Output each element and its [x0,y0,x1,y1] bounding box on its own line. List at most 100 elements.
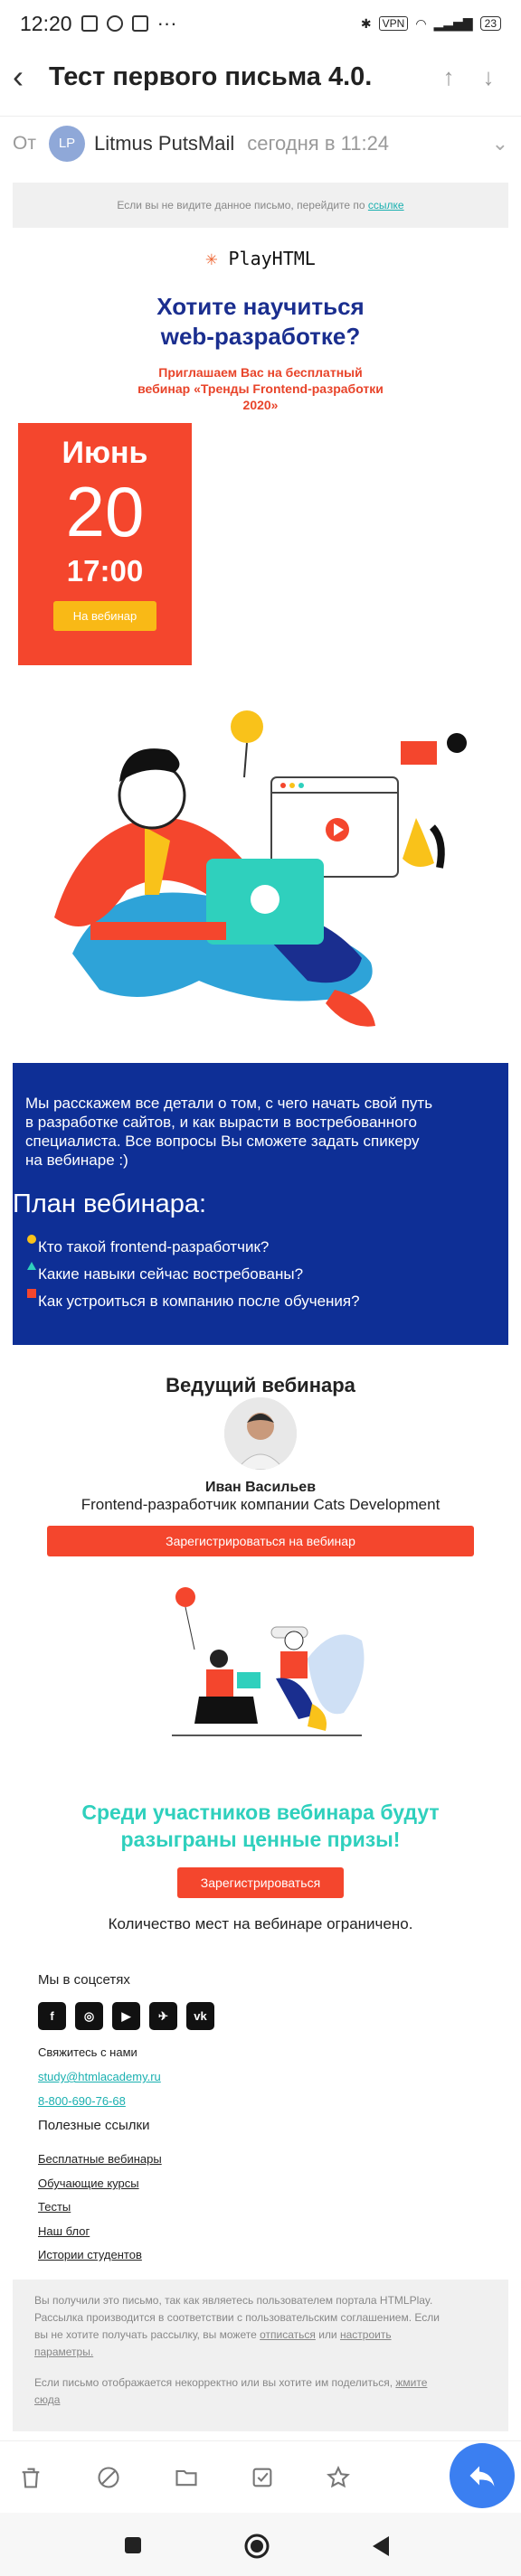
email-link[interactable]: study@htmlacademy.ru [38,2070,161,2083]
register-webinar-button[interactable]: Зарегистрироваться на вебинар [47,1526,474,1556]
message-header: ‹ Тест первого письма 4.0. ↑ ↓ [0,47,521,107]
date-time: 17:00 [66,554,144,588]
speaker-photo [224,1397,297,1470]
next-message-icon[interactable]: ↓ [469,63,508,91]
invite-line-1: Приглашаем Вас на бесплатный [158,365,363,380]
to-webinar-button[interactable]: На вебинар [52,601,157,631]
plan-item: Как устроиться в компанию после обучения… [38,1293,360,1310]
settings-link-1[interactable]: настроить [340,2328,392,2341]
legal-notice: Вы получили это письмо, так как являетес… [13,2280,508,2431]
link-blog[interactable]: Наш блог [38,2224,90,2238]
seats-limited-text: Количество мест на вебинаре ограничено. [108,1915,413,1932]
legal-line-4: Если письмо отображается некорректно или… [34,2376,393,2389]
preheader-text: Если вы не видите данное письмо, перейди… [117,199,365,212]
link-free-webinars[interactable]: Бесплатные вебинары [38,2152,162,2166]
legal-share-text: Если письмо отображается некорректно или… [34,2374,487,2409]
hero-illustration [54,710,467,1027]
circle-bullet-icon [27,1235,36,1244]
legal-line-3: вы не хотите получать рассылку, вы может… [34,2328,257,2341]
notification-icon [81,15,98,32]
star-icon[interactable] [326,2465,351,2490]
app-icon [131,15,148,32]
reply-button[interactable] [450,2443,515,2508]
alarm-icon [106,15,123,32]
social-heading: Мы в соцсетях [38,1972,130,1988]
plan-item: Кто такой frontend-разработчик? [38,1238,270,1255]
prize-line-2: разыграны ценные призы! [120,1828,401,1851]
recent-apps-icon[interactable] [123,2535,143,2555]
back-nav-icon[interactable] [371,2534,391,2558]
speaker-heading: Ведущий вебинара [166,1374,355,1396]
invite-line-3: 2020» [242,398,279,412]
vk-icon[interactable]: vk [186,2002,214,2030]
prize-text: Среди участников вебинара будут разыгран… [0,1799,521,1853]
spam-icon[interactable] [96,2465,121,2490]
folder-icon[interactable] [174,2465,199,2490]
home-icon[interactable] [244,2534,270,2559]
headline: Хотите научиться web-разработке? [0,292,521,352]
phone-link[interactable]: 8-800-690-76-68 [38,2094,126,2108]
invite-text: Приглашаем Вас на бесплатный вебинар «Тр… [0,364,521,413]
headline-line-2: web-разработке? [160,323,361,350]
date-card: Июнь 20 17:00 На вебинар [18,423,192,665]
links-heading: Полезные ссылки [38,2118,150,2133]
legal-line-2: Рассылка производится в соответствии с п… [34,2311,440,2324]
legal-line-1: Вы получили это письмо, так как являетес… [34,2294,433,2307]
plan-title: План вебинара: [13,1189,207,1218]
youtube-icon[interactable]: ▶ [112,2002,140,2030]
link-student-stories[interactable]: Истории студентов [38,2248,142,2261]
reply-icon [469,2466,495,2487]
about-section: Мы расскажем все детали о том, с чего на… [13,1063,508,1345]
about-line-2: в разработке сайтов, и как вырасти в вос… [25,1114,417,1131]
telegram-icon[interactable]: ✈ [149,2002,177,2030]
logo-mark-icon: ✳ [205,248,218,270]
speaker-name: Иван Васильев [204,1480,317,1495]
sender-name: Litmus PutsMail [94,131,235,155]
avatar: LP [49,125,85,162]
settings-link-2[interactable]: параметры. [34,2346,93,2358]
vpn-badge: VPN [378,16,409,31]
invite-line-2: вебинар «Тренды Frontend-разработки [137,381,384,396]
sender-row[interactable]: От LP Litmus PutsMail сегодня в 11:24 ⌄ [0,116,521,170]
chevron-down-icon[interactable]: ⌄ [492,132,508,155]
clock: 12:20 [20,11,72,35]
register-button[interactable]: Зарегистрироваться [177,1867,344,1898]
mark-read-icon[interactable] [250,2465,275,2490]
share-link-1[interactable]: жмите [395,2376,427,2389]
triangle-bullet-icon [27,1262,36,1270]
logo: ✳ PlayHTML [0,248,521,270]
plan-item: Какие навыки сейчас востребованы? [38,1265,304,1283]
instagram-icon[interactable]: ◎ [75,2002,103,2030]
sent-time: сегодня в 11:24 [247,131,390,155]
legal-or: или [318,2328,337,2341]
square-bullet-icon [27,1289,36,1298]
message-toolbar [0,2440,521,2514]
preheader: Если вы не видите данное письмо, перейди… [13,183,508,228]
delete-icon[interactable] [18,2465,43,2490]
about-line-4: на вебинаре :) [25,1152,128,1169]
view-online-link[interactable]: ссылке [368,199,404,212]
bluetooth-icon: ✱ [360,15,372,31]
link-courses[interactable]: Обучающие курсы [38,2176,139,2190]
from-label: От [13,132,36,154]
about-line-1: Мы расскажем все детали о том, с чего на… [25,1095,433,1112]
unsubscribe-link[interactable]: отписаться [260,2328,316,2341]
facebook-icon[interactable]: f [38,2002,66,2030]
system-nav-bar [0,2513,521,2576]
date-month: Июнь [62,436,148,470]
more-notifications-icon: ··· [156,12,177,34]
back-arrow-icon[interactable]: ‹ [13,58,49,96]
share-link-2[interactable]: сюда [34,2393,60,2406]
wifi-icon: ◠ [415,15,427,31]
prize-line-1: Среди участников вебинара будут [81,1800,440,1824]
previous-message-icon[interactable]: ↑ [429,63,469,91]
logo-text: PlayHTML [228,248,316,269]
speaker-role: Frontend-разработчик компании Cats Devel… [81,1496,440,1513]
contact-heading: Свяжитесь с нами [38,2045,137,2059]
message-subject: Тест первого письма 4.0. [49,61,373,91]
status-bar: 12:20 ··· ✱ VPN ◠ ▂▃▅▇ 23 [0,0,521,47]
signal-icon: ▂▃▅▇ [433,15,473,31]
link-tests[interactable]: Тесты [38,2200,71,2214]
legal-text: Вы получили это письмо, так как являетес… [34,2292,487,2361]
about-line-3: специалиста. Все вопросы Вы сможете зада… [25,1133,420,1150]
